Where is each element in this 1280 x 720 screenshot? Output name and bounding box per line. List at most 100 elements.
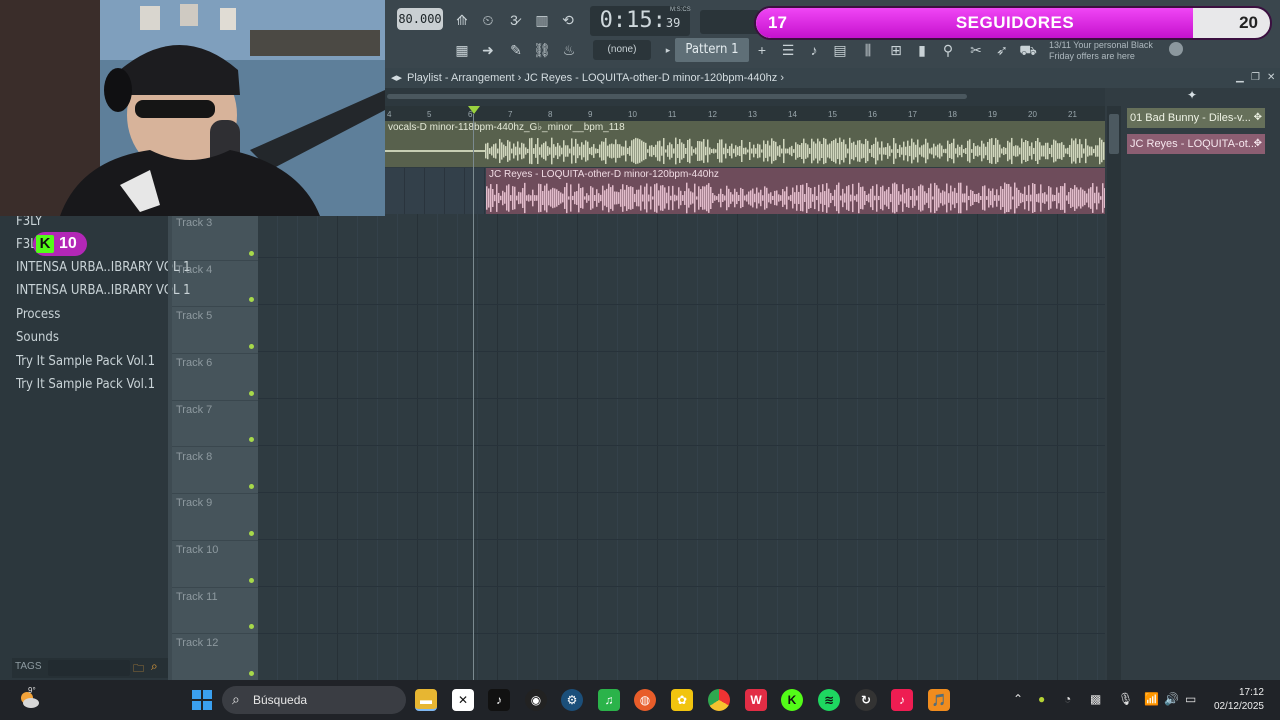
tiktok-icon[interactable]: ♪ xyxy=(488,689,510,711)
move-icon[interactable]: ✥ xyxy=(1254,134,1262,154)
browser-icon[interactable]: ⊞ xyxy=(885,40,907,60)
browser-item[interactable]: Try It Sample Pack Vol.1 xyxy=(16,354,155,369)
system-clock[interactable]: 17:12 02/12/2025 xyxy=(1214,686,1264,714)
kick-app-icon[interactable]: K xyxy=(781,689,803,711)
browser-item[interactable]: INTENSA URBA..IBRARY VOL 1 xyxy=(16,260,191,275)
file-icon[interactable]: ▮ xyxy=(911,40,933,60)
playhead-marker[interactable] xyxy=(468,106,480,114)
close-icon[interactable]: ✕ xyxy=(1267,68,1275,88)
obs-icon[interactable]: ◉ xyxy=(525,689,547,711)
browser-app-icon[interactable]: ◍ xyxy=(634,689,656,711)
scrollbar-thumb[interactable] xyxy=(1109,114,1119,154)
wifi-icon[interactable]: 📶 xyxy=(1144,692,1159,706)
fl-studio-icon[interactable]: 🎵 xyxy=(928,689,950,711)
playlist-menu-icon[interactable]: ◂▸ xyxy=(391,68,402,88)
add-pattern-icon[interactable]: + xyxy=(751,40,773,60)
steam-icon[interactable]: ⚙ xyxy=(561,689,583,711)
track-header[interactable]: Track 6 xyxy=(172,354,258,401)
channel-rack-icon[interactable]: ▤ xyxy=(829,40,851,60)
loop-record-icon[interactable]: ⟲ xyxy=(557,10,579,30)
tiktok-live-icon[interactable]: ♪ xyxy=(891,689,913,711)
track-led[interactable] xyxy=(249,670,254,676)
app-icon[interactable]: ✿ xyxy=(671,689,693,711)
capcut-icon[interactable]: ✕ xyxy=(452,689,474,711)
minimize-icon[interactable]: ▁ xyxy=(1236,68,1244,88)
track-header[interactable]: Track 7 xyxy=(172,401,258,448)
audio-clip-vocals[interactable]: vocals-D minor-118bpm-440hz_G♭_minor__bp… xyxy=(385,121,1105,167)
maximize-icon[interactable]: ❐ xyxy=(1251,68,1260,88)
stamp-icon[interactable]: ♨ xyxy=(558,40,580,60)
track-led[interactable] xyxy=(249,530,254,536)
clip-picker-item[interactable]: 01 Bad Bunny - Diles-v... ✥ xyxy=(1127,108,1265,128)
horizontal-scrollbar[interactable] xyxy=(385,88,1105,106)
playlist-icon[interactable]: ☰ xyxy=(777,40,799,60)
pattern-select[interactable]: Pattern 1 xyxy=(675,38,749,62)
tray-app-icon[interactable]: ◔ xyxy=(1064,692,1071,706)
link-icon[interactable]: ⛓ xyxy=(531,40,553,60)
tempo-display[interactable]: 80.000 xyxy=(397,8,443,30)
promo-icon[interactable] xyxy=(1169,42,1183,56)
tools-icon[interactable]: ✂ xyxy=(965,40,987,60)
track-header[interactable]: Track 11 xyxy=(172,588,258,635)
cart-icon[interactable]: ⛟ xyxy=(1017,40,1039,60)
track-led[interactable] xyxy=(249,390,254,396)
windows-start-icon[interactable] xyxy=(192,690,212,710)
vertical-scrollbar[interactable] xyxy=(1107,106,1121,680)
file-explorer-icon[interactable]: ▬ xyxy=(415,689,437,711)
scrollbar-thumb[interactable] xyxy=(387,94,967,99)
browser-item[interactable]: Try It Sample Pack Vol.1 xyxy=(16,377,155,392)
timeline-ruler[interactable]: 4 5 6 7 8 9 10 11 12 13 14 15 16 17 18 1… xyxy=(385,106,1105,122)
chevron-up-icon[interactable]: ⌃ xyxy=(1013,692,1023,706)
clip-picker-item[interactable]: JC Reyes - LOQUITA-ot... ✥ xyxy=(1127,134,1265,154)
taskbar-search[interactable]: ⌕ Búsqueda xyxy=(222,686,406,714)
track-led[interactable] xyxy=(249,437,254,443)
track-header[interactable]: Track 3 xyxy=(172,214,258,261)
track-header[interactable]: Track 5 xyxy=(172,307,258,355)
plugin-icon[interactable]: ⚲ xyxy=(937,40,959,60)
wps-icon[interactable]: W xyxy=(745,689,767,711)
track-led[interactable] xyxy=(249,344,254,350)
step-edit-icon[interactable]: ▥ xyxy=(531,10,553,30)
piano-roll-icon[interactable]: ♪ xyxy=(803,40,825,60)
tray-app-icon[interactable]: ● xyxy=(1038,692,1045,706)
arrow-right-icon[interactable]: ➜ xyxy=(477,40,499,60)
track-led[interactable] xyxy=(249,577,254,583)
bird-icon[interactable]: ➶ xyxy=(991,40,1013,60)
track-led[interactable] xyxy=(249,624,254,630)
arrangement-grid[interactable] xyxy=(258,214,1105,680)
browser-item[interactable]: F3LY xyxy=(16,214,42,229)
track-header[interactable]: Track 10 xyxy=(172,541,258,588)
mixer-icon[interactable]: ⫼ xyxy=(857,40,879,60)
track-header[interactable]: Track 9 xyxy=(172,494,258,541)
move-icon[interactable]: ✥ xyxy=(1254,108,1262,128)
search-icon[interactable]: ⌕ xyxy=(151,659,158,674)
playlist-titlebar[interactable]: ◂▸ Playlist - Arrangement › JC Reyes - L… xyxy=(385,68,1280,88)
snap-select[interactable]: (none) xyxy=(593,40,651,60)
browser-item[interactable]: INTENSA URBA..IBRARY VOL 1 xyxy=(16,283,191,298)
battery-icon[interactable]: ▭ xyxy=(1185,692,1196,706)
volume-icon[interactable]: 🔊 xyxy=(1164,692,1179,706)
browser-item[interactable]: Sounds xyxy=(16,330,59,345)
wait-record-icon[interactable]: ⏲ xyxy=(477,10,499,30)
browser-item[interactable]: Process xyxy=(16,307,60,322)
track-led[interactable] xyxy=(249,297,254,303)
promo-text[interactable]: 13/11 Your personal Black Friday offers … xyxy=(1049,40,1189,62)
countdown-icon[interactable]: 3̷ xyxy=(503,10,525,30)
picker-mode-icon[interactable]: ✦ xyxy=(1187,88,1197,102)
microphone-icon[interactable]: 🎙 xyxy=(1118,692,1133,706)
spotify-icon[interactable]: ≋ xyxy=(818,689,840,711)
music-app-icon[interactable]: ♫ xyxy=(598,689,620,711)
tags-input[interactable] xyxy=(48,660,130,676)
folder-icon[interactable]: 🗀 xyxy=(133,660,144,679)
track-led[interactable] xyxy=(249,484,254,490)
draw-icon[interactable]: ✎ xyxy=(505,40,527,60)
track-header[interactable]: Track 12 xyxy=(172,634,258,681)
audio-clip-other[interactable]: JC Reyes - LOQUITA-other-D minor-120bpm-… xyxy=(486,168,1105,214)
app-icon[interactable]: ↻ xyxy=(855,689,877,711)
chrome-icon[interactable] xyxy=(708,689,730,711)
browser-divider[interactable] xyxy=(168,214,172,680)
track-led[interactable] xyxy=(249,250,254,256)
track-header[interactable]: Track 8 xyxy=(172,448,258,495)
metronome-icon[interactable]: ⟰ xyxy=(451,10,473,30)
typing-keyboard-icon[interactable]: ▦ xyxy=(451,40,473,60)
